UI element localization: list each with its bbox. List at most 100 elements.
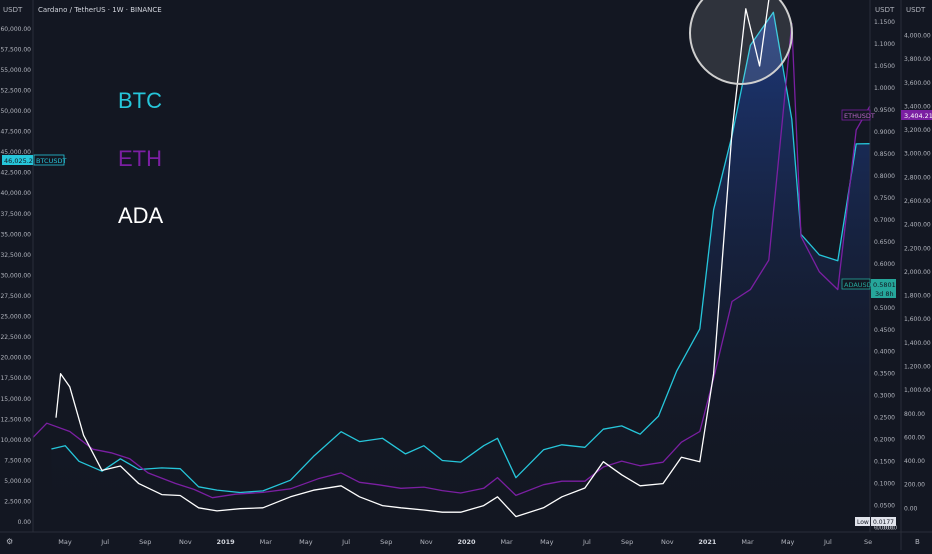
legend-ada: ADA	[118, 203, 164, 228]
btc-axis-tick: 25,000.00	[0, 314, 31, 321]
ada-axis-tick: 0.1500	[874, 459, 895, 466]
low-label: Low	[857, 519, 869, 526]
eth-axis-tick: 1,800.00	[904, 293, 931, 300]
x-axis-tick: Se	[864, 538, 872, 546]
legend-btc: BTC	[118, 88, 162, 113]
ada-axis-tick: 0.6000	[874, 261, 895, 268]
btc-axis-tick: 20,000.00	[0, 355, 31, 362]
chart-title: Cardano / TetherUS · 1W · BINANCE	[38, 6, 162, 14]
ada-symbol-tag: ADAUSDT	[844, 281, 876, 289]
eth-axis-tick: 2,000.00	[904, 269, 931, 276]
right-axis-1-unit: USDT	[875, 6, 895, 14]
eth-axis-tick: 1,200.00	[904, 364, 931, 371]
x-axis-tick: Mar	[260, 538, 273, 546]
btc-axis-tick: 7,500.00	[4, 458, 31, 465]
ada-axis-tick: 1.0000	[874, 85, 895, 92]
eth-axis-tick: 3,600.00	[904, 80, 931, 87]
eth-axis-tick: 800.00	[904, 411, 925, 418]
btc-axis-tick: 57,500.00	[0, 46, 31, 53]
ada-axis-tick: 0.5000	[874, 305, 895, 312]
ada-axis-tick: 1.0500	[874, 63, 895, 70]
btc-axis-tick: 52,500.00	[0, 87, 31, 94]
ada-price-tag: 0.5801	[873, 281, 896, 289]
eth-axis-tick: 3,000.00	[904, 151, 931, 158]
x-axis-tick: Jul	[823, 538, 832, 546]
chart-canvas[interactable]: 60,000.00 57,500.00 55,000.00 52,500.00 50,0…	[0, 0, 932, 550]
ada-axis-tick: 0.9500	[874, 107, 895, 114]
x-axis-tick: Jul	[341, 538, 350, 546]
ada-countdown: 3d 8h	[875, 290, 894, 298]
eth-axis-tick: 2,800.00	[904, 174, 931, 181]
eth-axis-tick: 2,600.00	[904, 198, 931, 205]
ada-axis-tick: 0.8000	[874, 173, 895, 180]
x-axis-tick: Mar	[500, 538, 513, 546]
btc-axis-tick: 40,000.00	[0, 190, 31, 197]
x-axis-tick: May	[58, 538, 72, 546]
eth-axis-tick: 3,400.00	[904, 103, 931, 110]
eth-axis-tick: 1,600.00	[904, 316, 931, 323]
ada-axis-tick: 1.1500	[874, 19, 895, 26]
btc-axis-tick: 0.00	[18, 519, 32, 526]
low-value: 0.0177	[873, 519, 894, 526]
eth-axis-tick: 3,200.00	[904, 127, 931, 134]
ada-axis-tick: 0.1000	[874, 481, 895, 488]
x-axis-tick: 2019	[217, 538, 236, 546]
x-axis-tick: Sep	[380, 538, 392, 546]
ada-axis-tick: 0.6500	[874, 239, 895, 246]
x-axis-tick: 2020	[457, 538, 476, 546]
ada-axis-tick: 0.9000	[874, 129, 895, 136]
x-axis-tick: May	[299, 538, 313, 546]
btc-axis-tick: 17,500.00	[0, 375, 31, 382]
btc-axis-tick: 5,000.00	[4, 478, 31, 485]
btc-axis-tick: 60,000.00	[0, 26, 31, 33]
btc-axis-tick: 22,500.00	[0, 334, 31, 341]
ada-axis-tick: 0.8500	[874, 151, 895, 158]
btc-axis-tick: 15,000.00	[0, 396, 31, 403]
x-axis-tick: Mar	[741, 538, 754, 546]
btc-axis-tick: 27,500.00	[0, 293, 31, 300]
x-axis-tick: Sep	[621, 538, 633, 546]
ada-axis-tick: 0.4500	[874, 327, 895, 334]
ada-axis-tick: 0.4000	[874, 349, 895, 356]
right-axis-2-unit: USDT	[906, 6, 926, 14]
eth-axis-tick: 4,000.00	[904, 33, 931, 40]
eth-axis-tick: 600.00	[904, 434, 925, 441]
x-axis-tick: May	[781, 538, 795, 546]
btc-symbol-tag: BTCUSDT	[36, 157, 66, 165]
btc-axis-tick: 10,000.00	[0, 437, 31, 444]
btc-axis-tick: 35,000.00	[0, 231, 31, 238]
ada-axis-tick: 0.7500	[874, 195, 895, 202]
x-axis-tick: Jul	[582, 538, 591, 546]
ada-axis-tick: 0.7000	[874, 217, 895, 224]
left-axis-unit: USDT	[3, 6, 23, 14]
btc-axis-tick: 55,000.00	[0, 67, 31, 74]
ada-axis-tick: 0.3000	[874, 393, 895, 400]
x-axis-tick: Sep	[139, 538, 151, 546]
eth-axis-tick: 400.00	[904, 458, 925, 465]
x-axis-tick: Nov	[420, 538, 433, 546]
btc-axis-tick: 47,500.00	[0, 129, 31, 136]
x-axis-tick: Nov	[661, 538, 674, 546]
eth-axis-tick: 200.00	[904, 482, 925, 489]
btc-axis-tick: 2,500.00	[4, 499, 31, 506]
eth-axis-tick: 2,200.00	[904, 245, 931, 252]
eth-axis-tick: 3,800.00	[904, 56, 931, 63]
btc-axis-tick: 12,500.00	[0, 416, 31, 423]
btc-price-tag: 46,025.24	[4, 157, 37, 165]
eth-axis-tick: 1,400.00	[904, 340, 931, 347]
ada-axis-tick: 0.0500	[874, 503, 895, 510]
eth-symbol-tag: ETHUSDT	[844, 112, 875, 120]
legend-eth: ETH	[118, 146, 162, 171]
btc-axis-tick: 37,500.00	[0, 211, 31, 218]
eth-axis-tick: 0.00	[904, 505, 918, 512]
settings-icon[interactable]: ⚙	[6, 537, 13, 546]
btc-axis-tick: 30,000.00	[0, 273, 31, 280]
ada-axis-tick: 1.1000	[874, 41, 895, 48]
x-axis-tick: May	[540, 538, 554, 546]
x-axis-tick: Nov	[179, 538, 192, 546]
scale-mode-button[interactable]: B	[915, 538, 920, 546]
eth-price-tag: 3,404.21	[904, 112, 932, 120]
btc-axis-tick: 42,500.00	[0, 170, 31, 177]
x-axis-tick: Jul	[100, 538, 109, 546]
ada-axis-tick: 0.3500	[874, 371, 895, 378]
